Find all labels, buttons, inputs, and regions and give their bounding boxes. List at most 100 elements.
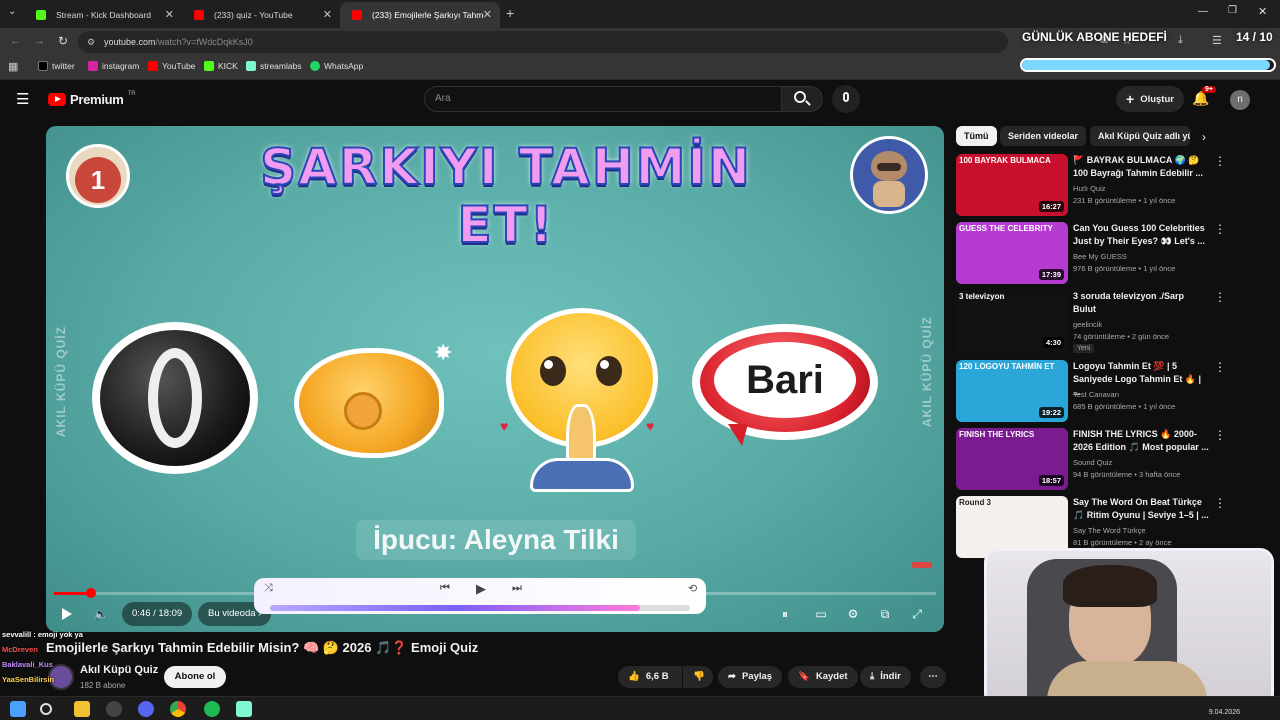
dislike-button[interactable]: 👎: [683, 666, 713, 688]
subscribe-button[interactable]: Abone ol: [164, 666, 226, 688]
bookmark-twitter[interactable]: twitter: [38, 61, 75, 71]
chip-all[interactable]: Tümü: [956, 126, 997, 146]
video-thumbnail[interactable]: FINISH THE LYRICS 18:57: [956, 428, 1068, 490]
more-vert-icon[interactable]: ⋮: [1214, 222, 1226, 236]
minimize-icon[interactable]: —: [1198, 6, 1208, 17]
chrome-icon[interactable]: [170, 701, 186, 717]
search-icon[interactable]: [40, 703, 52, 715]
bookmark-instagram[interactable]: instagram: [88, 61, 139, 71]
chevron-right-icon[interactable]: ›: [1202, 130, 1206, 144]
emoji-pointing-hand-icon: ✸: [284, 340, 464, 468]
bookmark-kick[interactable]: KICK: [204, 61, 238, 71]
reload-icon[interactable]: ↻: [58, 34, 68, 48]
video-thumbnail[interactable]: 120 LOGOYU TAHMİN ET 19:22: [956, 360, 1068, 422]
recommended-title[interactable]: Say The Word On Beat Türkçe 🎵 Ritim Oyun…: [1073, 496, 1209, 522]
notifications-button[interactable]: 🔔 9+: [1192, 86, 1216, 110]
streamlabs-icon[interactable]: [236, 701, 252, 717]
save-button[interactable]: 🔖 Kaydet: [788, 666, 858, 688]
back-arrow-icon[interactable]: ←: [10, 35, 21, 47]
recommended-video[interactable]: FINISH THE LYRICS 18:57 FINISH THE LYRICS …: [956, 428, 1256, 490]
close-icon[interactable]: ✕: [483, 8, 492, 21]
recommended-channel[interactable]: Say The Word Türkçe: [1073, 526, 1146, 535]
recommended-stats: 81 B görüntüleme • 2 ay önce: [1073, 538, 1172, 547]
volume-button[interactable]: 🔈: [92, 605, 110, 623]
next-icon[interactable]: ⏭: [512, 582, 522, 595]
recommended-video[interactable]: 100 BAYRAK BULMACA 16:27 🚩 BAYRAK BULMACA …: [956, 154, 1256, 216]
fullscreen-button[interactable]: ⤢: [908, 605, 926, 623]
repeat-icon[interactable]: ⟲: [688, 582, 697, 595]
video-thumbnail[interactable]: 3 televizyon 4:30: [956, 290, 1068, 352]
tab-kick-dashboard[interactable]: Stream - Kick Dashboard ✕: [24, 2, 182, 28]
recommended-title[interactable]: 3 soruda televizyon ./Sarp Bulut: [1073, 290, 1209, 316]
recommended-channel[interactable]: Hızlı Quiz: [1073, 184, 1106, 193]
create-button[interactable]: + Oluştur: [1116, 86, 1184, 112]
search-input[interactable]: Ara: [424, 86, 782, 112]
more-vert-icon[interactable]: ⋮: [1214, 360, 1226, 374]
video-progress-knob[interactable]: [86, 588, 97, 598]
apps-grid-icon[interactable]: ▦: [8, 60, 18, 73]
menu-icon[interactable]: ☰: [1212, 34, 1222, 47]
tab-youtube-video[interactable]: (233) Emojilerle Şarkıyı Tahmin ✕: [340, 2, 500, 28]
video-thumbnail[interactable]: 100 BAYRAK BULMACA 16:27: [956, 154, 1068, 216]
recommended-channel[interactable]: Test Canavarı: [1073, 390, 1119, 399]
spotify-icon[interactable]: [204, 701, 220, 717]
recommended-title[interactable]: FINISH THE LYRICS 🔥 2000-2026 Edition 🎵 …: [1073, 428, 1209, 454]
more-vert-icon[interactable]: ⋮: [1214, 154, 1226, 168]
discord-icon[interactable]: [138, 701, 154, 717]
bookmark-whatsapp[interactable]: WhatsApp: [310, 61, 363, 71]
window-close-icon[interactable]: ✕: [1258, 5, 1267, 18]
download-button[interactable]: ⤓ İndir: [860, 666, 911, 688]
video-player[interactable]: 1 ŞARKIYI TAHMİN ET! AKIL KÜPÜ QUİZ AKIL…: [46, 126, 944, 632]
share-button[interactable]: ➦ Paylaş: [718, 666, 783, 688]
recommended-video[interactable]: 3 televizyon 4:30 3 soruda televizyon ./Sa…: [956, 290, 1256, 353]
youtube-logo[interactable]: Premium TR: [48, 91, 136, 107]
hamburger-menu-icon[interactable]: ☰: [16, 90, 29, 108]
bookmark-streamlabs[interactable]: streamlabs: [246, 61, 302, 71]
settings-button[interactable]: ⚙: [844, 605, 862, 623]
tab-list-chevron-icon[interactable]: ⌄: [8, 6, 16, 17]
new-tab-plus-icon[interactable]: +: [506, 5, 514, 21]
windows-start-icon[interactable]: [10, 701, 26, 717]
obs-icon[interactable]: [106, 701, 122, 717]
autoplay-toggle[interactable]: ⏸: [776, 605, 794, 623]
chip-series[interactable]: Seriden videolar: [1000, 126, 1087, 146]
recommended-title[interactable]: 🚩 BAYRAK BULMACA 🌍 🤔 100 Bayrağı Tahmin …: [1073, 154, 1209, 180]
channel-name[interactable]: Akıl Küpü Quiz: [80, 664, 158, 676]
bookmark-youtube[interactable]: YouTube: [148, 61, 195, 71]
close-icon[interactable]: ✕: [165, 8, 174, 21]
play-icon[interactable]: ▶: [476, 581, 486, 597]
avatar[interactable]: n: [1230, 90, 1250, 110]
site-info-icon[interactable]: ⚙: [87, 31, 95, 53]
previous-icon[interactable]: ⏮: [440, 582, 450, 595]
more-vert-icon[interactable]: ⋮: [1214, 496, 1226, 510]
subtitles-button[interactable]: ▭: [812, 605, 830, 623]
forward-arrow-icon[interactable]: →: [34, 35, 45, 47]
recommended-title[interactable]: Can You Guess 100 Celebrities Just by Th…: [1073, 222, 1209, 248]
recommended-channel[interactable]: geelincik: [1073, 320, 1102, 329]
shuffle-icon[interactable]: ⤨: [264, 582, 273, 595]
media-progress-bar[interactable]: [270, 605, 690, 611]
chip-channel[interactable]: Akıl Küpü Quiz adlı yü: [1090, 126, 1190, 146]
close-icon[interactable]: ✕: [323, 8, 332, 21]
more-vert-icon[interactable]: ⋮: [1214, 290, 1226, 304]
recommended-video[interactable]: GUESS THE CELEBRITY 17:39 Can You Guess 10…: [956, 222, 1256, 284]
like-button[interactable]: 👍 6,6 B: [618, 666, 682, 688]
url-input[interactable]: ⚙ youtube.com/watch?v=fWdcDqkKsJ0: [78, 31, 1008, 53]
share-label: Paylaş: [741, 671, 773, 682]
abone-goal-label: GÜNLÜK ABONE HEDEFİ: [1022, 30, 1167, 44]
search-button[interactable]: [781, 86, 823, 112]
recommended-channel[interactable]: Sound Quiz: [1073, 458, 1112, 467]
miniplayer-button[interactable]: ⧉: [876, 605, 894, 623]
video-thumbnail[interactable]: GUESS THE CELEBRITY 17:39: [956, 222, 1068, 284]
download-icon[interactable]: ⤓: [1178, 34, 1183, 47]
recommended-channel[interactable]: Bee My GUESS: [1073, 252, 1127, 261]
thumbnail-text: GUESS THE CELEBRITY: [959, 224, 1053, 233]
voice-search-button[interactable]: [832, 85, 860, 113]
play-button[interactable]: [58, 605, 76, 623]
more-vert-icon[interactable]: ⋮: [1214, 428, 1226, 442]
tab-youtube-quiz[interactable]: (233) quiz - YouTube ✕: [182, 2, 340, 28]
recommended-video[interactable]: 120 LOGOYU TAHMİN ET 19:22 Logoyu Tahmin E…: [956, 360, 1256, 422]
file-explorer-icon[interactable]: [74, 701, 90, 717]
maximize-icon[interactable]: ❐: [1228, 5, 1237, 16]
more-actions-button[interactable]: ⋯: [920, 666, 946, 688]
